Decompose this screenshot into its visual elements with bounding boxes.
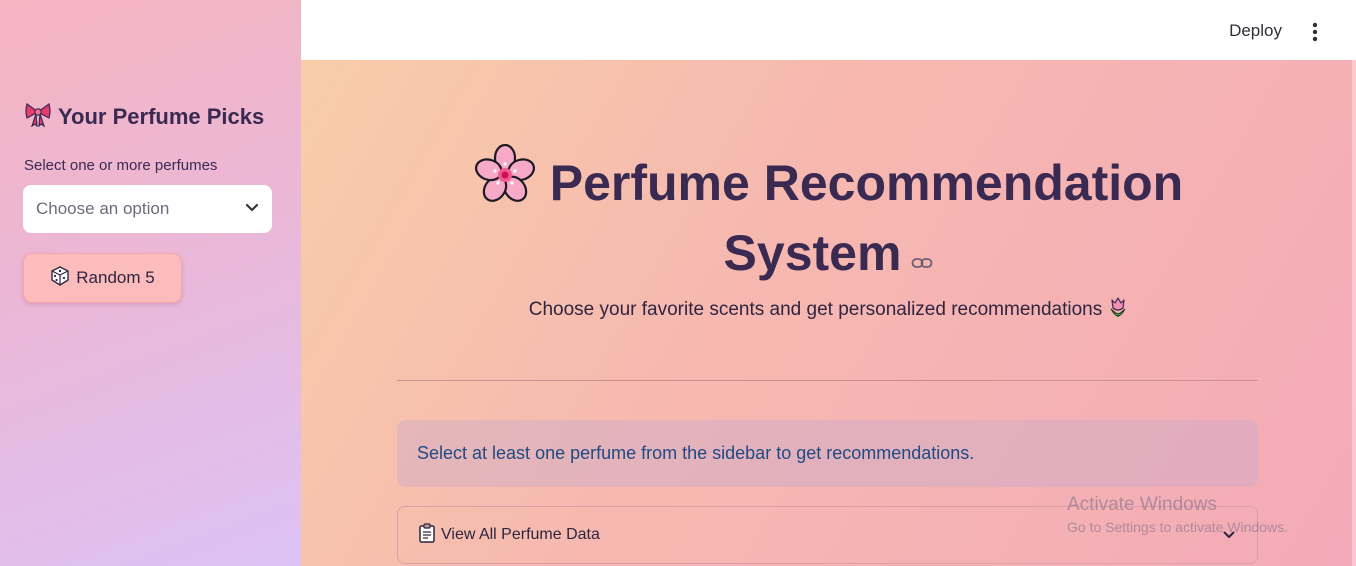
watermark-line-2: Go to Settings to activate Windows. <box>1067 519 1288 535</box>
select-placeholder: Choose an option <box>36 199 170 218</box>
title-line-2: System <box>723 225 902 281</box>
watermark-line-1: Activate Windows <box>1067 494 1217 515</box>
main-content: Perfume Recommendation System Choose you… <box>301 60 1356 566</box>
perfume-multiselect[interactable]: Choose an option <box>23 185 272 233</box>
expander-label: View All Perfume Data <box>441 526 600 543</box>
section-divider <box>397 380 1258 381</box>
cherry-blossom-icon <box>474 143 536 221</box>
clipboard-icon <box>418 522 436 548</box>
top-bar: Deploy <box>301 0 1356 60</box>
sidebar: Your Perfume Picks Select one or more pe… <box>0 0 301 566</box>
info-alert: Select at least one perfume from the sid… <box>397 420 1258 487</box>
sidebar-title: Your Perfume Picks <box>24 101 264 133</box>
page-subtitle: Choose your favorite scents and get pers… <box>301 296 1356 324</box>
deploy-button[interactable]: Deploy <box>1229 21 1282 41</box>
activate-windows-watermark: Activate Windows Go to Settings to activ… <box>1067 494 1288 535</box>
page-title: Perfume Recommendation System <box>301 143 1356 285</box>
dice-icon <box>50 265 70 291</box>
random-5-button[interactable]: Random 5 <box>23 253 182 303</box>
link-icon[interactable] <box>911 221 933 285</box>
tulip-icon <box>1108 296 1128 324</box>
subtitle-text: Choose your favorite scents and get pers… <box>528 299 1103 320</box>
ribbon-icon <box>24 101 52 133</box>
select-label: Select one or more perfumes <box>24 157 218 174</box>
title-line-1: Perfume Recommendation <box>549 154 1184 211</box>
kebab-menu-icon[interactable] <box>1310 22 1320 42</box>
sidebar-title-text: Your Perfume Picks <box>58 104 265 129</box>
chevron-down-icon <box>245 200 259 218</box>
random-button-label: Random 5 <box>76 268 155 287</box>
